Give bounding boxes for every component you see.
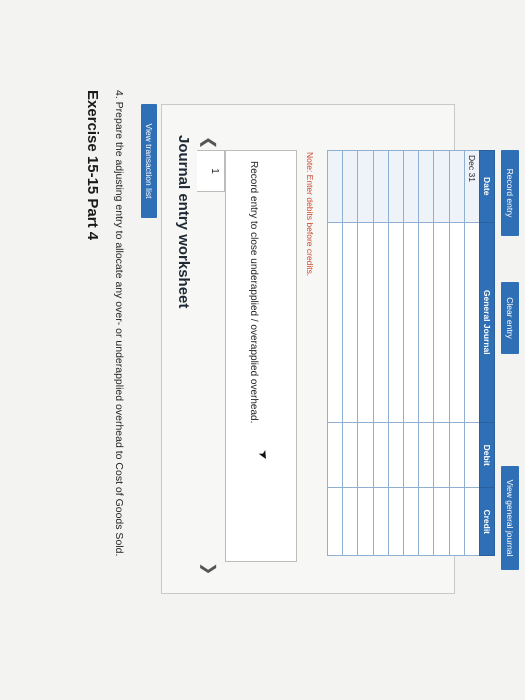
worksheet-title: Journal entry worksheet bbox=[175, 135, 192, 309]
view-transaction-list-button[interactable]: View transaction list bbox=[141, 104, 157, 218]
account-select[interactable] bbox=[403, 222, 419, 423]
table-row bbox=[403, 150, 419, 556]
table-row: Dec 31 bbox=[464, 150, 480, 556]
credit-input[interactable] bbox=[464, 487, 480, 556]
debit-input[interactable] bbox=[342, 422, 358, 488]
exercise-title: Exercise 15-15 Part 4 bbox=[84, 90, 101, 241]
table-row bbox=[373, 150, 389, 556]
account-select[interactable] bbox=[433, 222, 450, 423]
debit-credit-note: Note: Enter debits before credits. bbox=[305, 152, 315, 277]
instruction-text: 4. Prepare the adjusting entry to alloca… bbox=[113, 90, 125, 557]
debit-input[interactable] bbox=[449, 422, 465, 488]
date-cell[interactable] bbox=[403, 150, 419, 223]
debit-input[interactable] bbox=[388, 422, 404, 488]
debit-input[interactable] bbox=[403, 422, 419, 488]
account-select[interactable] bbox=[418, 222, 434, 423]
table-row bbox=[388, 150, 404, 556]
credit-input[interactable] bbox=[327, 487, 343, 556]
debit-input[interactable] bbox=[358, 422, 374, 488]
record-entry-description: Record entry to close underapplied / ove… bbox=[248, 161, 259, 424]
date-cell[interactable]: Dec 31 bbox=[464, 150, 480, 223]
account-select[interactable] bbox=[388, 222, 404, 423]
account-select[interactable] bbox=[342, 222, 358, 423]
date-cell[interactable] bbox=[388, 150, 404, 223]
date-cell[interactable] bbox=[418, 150, 434, 223]
exercise-page: Exercise 15-15 Part 4 4. Prepare the adj… bbox=[0, 0, 525, 700]
debit-input[interactable] bbox=[464, 422, 480, 488]
account-select[interactable] bbox=[358, 222, 374, 423]
account-select[interactable] bbox=[449, 222, 465, 423]
header-date: Date bbox=[479, 150, 495, 223]
debit-input[interactable] bbox=[433, 422, 450, 488]
date-cell[interactable] bbox=[327, 150, 343, 223]
table-row bbox=[327, 150, 343, 556]
account-select[interactable] bbox=[373, 222, 389, 423]
credit-input[interactable] bbox=[358, 487, 374, 556]
table-row bbox=[449, 150, 465, 556]
clear-entry-button[interactable]: Clear entry bbox=[501, 282, 519, 354]
credit-input[interactable] bbox=[342, 487, 358, 556]
chevron-left-icon[interactable]: ❮ bbox=[199, 136, 219, 149]
date-cell[interactable] bbox=[373, 150, 389, 223]
date-cell[interactable] bbox=[358, 150, 374, 223]
table-row bbox=[433, 150, 450, 556]
account-select[interactable] bbox=[464, 222, 480, 423]
header-debit: Debit bbox=[479, 422, 495, 488]
table-row bbox=[418, 150, 434, 556]
credit-input[interactable] bbox=[449, 487, 465, 556]
entry-tab-1[interactable]: 1 bbox=[197, 150, 225, 192]
record-entry-button[interactable]: Record entry bbox=[501, 150, 519, 236]
date-cell[interactable] bbox=[342, 150, 358, 223]
debit-input[interactable] bbox=[327, 422, 343, 488]
date-cell[interactable] bbox=[449, 150, 465, 223]
debit-input[interactable] bbox=[373, 422, 389, 488]
credit-input[interactable] bbox=[433, 487, 450, 556]
table-row bbox=[358, 150, 374, 556]
date-cell[interactable] bbox=[433, 150, 450, 223]
view-general-journal-button[interactable]: View general journal bbox=[501, 466, 519, 570]
chevron-right-icon[interactable]: ❯ bbox=[199, 562, 219, 575]
table-row bbox=[342, 150, 358, 556]
account-select[interactable] bbox=[327, 222, 343, 423]
credit-input[interactable] bbox=[418, 487, 434, 556]
record-entry-box bbox=[225, 150, 297, 562]
credit-input[interactable] bbox=[373, 487, 389, 556]
journal-table: Date General Journal Debit Credit Dec 31 bbox=[327, 150, 495, 556]
header-general-journal: General Journal bbox=[479, 222, 495, 423]
header-credit: Credit bbox=[479, 487, 495, 556]
credit-input[interactable] bbox=[403, 487, 419, 556]
credit-input[interactable] bbox=[388, 487, 404, 556]
debit-input[interactable] bbox=[418, 422, 434, 488]
